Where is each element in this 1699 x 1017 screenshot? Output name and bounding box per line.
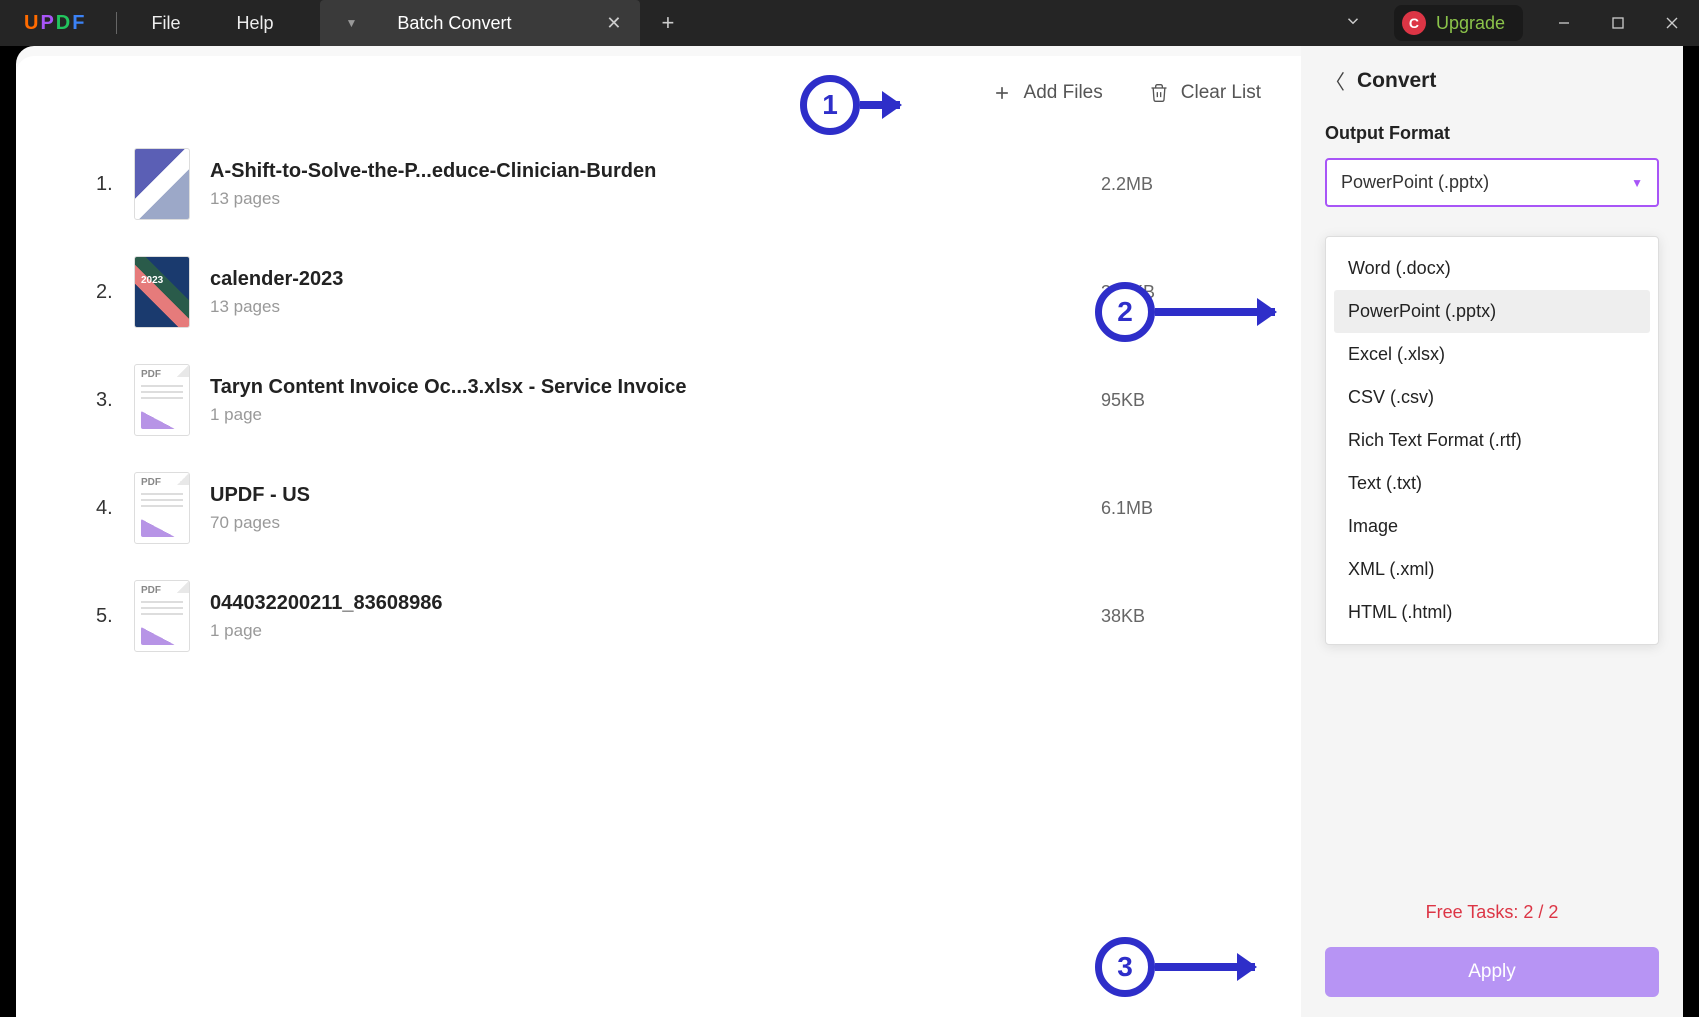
file-info: 044032200211_83608986 1 page (210, 592, 1101, 641)
file-name: A-Shift-to-Solve-the-P...educe-Clinician… (210, 160, 1101, 183)
file-size: 95KB (1101, 390, 1221, 411)
dropdown-option-html[interactable]: HTML (.html) (1334, 591, 1650, 634)
file-area: Add Files Clear List 1. A-Shift-to-Solve… (16, 56, 1301, 1017)
file-thumbnail (134, 472, 190, 544)
free-tasks-counter: Free Tasks: 2 / 2 (1325, 902, 1659, 923)
file-name: Taryn Content Invoice Oc...3.xlsx - Serv… (210, 376, 1101, 399)
selected-format: PowerPoint (.pptx) (1341, 172, 1489, 193)
file-thumbnail (134, 364, 190, 436)
sidebar-back-button[interactable]: 〈 Convert (1325, 66, 1659, 95)
file-pages: 13 pages (210, 189, 1101, 209)
list-item[interactable]: 3. Taryn Content Invoice Oc...3.xlsx - S… (76, 346, 1241, 454)
file-info: calender-2023 13 pages (210, 268, 1101, 317)
sidebar-title: Convert (1357, 69, 1436, 93)
upgrade-button[interactable]: C Upgrade (1394, 5, 1523, 41)
divider (116, 12, 117, 34)
file-pages: 1 page (210, 405, 1101, 425)
file-pages: 1 page (210, 621, 1101, 641)
file-list: 1. A-Shift-to-Solve-the-P...educe-Clinic… (16, 120, 1301, 680)
tab-batch-convert[interactable]: ▼ Batch Convert ✕ (320, 0, 640, 46)
file-size: 6.1MB (1101, 498, 1221, 519)
chevron-down-icon[interactable] (1326, 12, 1380, 35)
file-name: 044032200211_83608986 (210, 592, 1101, 615)
add-files-button[interactable]: Add Files (982, 76, 1113, 110)
help-menu[interactable]: Help (208, 13, 301, 34)
new-tab-button[interactable]: + (640, 10, 697, 36)
file-size: 306KB (1101, 282, 1221, 303)
list-item[interactable]: 5. 044032200211_83608986 1 page 38KB (76, 562, 1241, 670)
dropdown-option-rtf[interactable]: Rich Text Format (.rtf) (1334, 419, 1650, 462)
file-menu[interactable]: File (123, 13, 208, 34)
file-name: calender-2023 (210, 268, 1101, 291)
file-info: A-Shift-to-Solve-the-P...educe-Clinician… (210, 160, 1101, 209)
title-bar: UPDF File Help ▼ Batch Convert ✕ + C Upg… (0, 0, 1699, 46)
dropdown-option-excel[interactable]: Excel (.xlsx) (1334, 333, 1650, 376)
clear-list-button[interactable]: Clear List (1139, 76, 1271, 110)
close-button[interactable] (1645, 0, 1699, 46)
file-info: UPDF - US 70 pages (210, 484, 1101, 533)
dropdown-option-powerpoint[interactable]: PowerPoint (.pptx) (1334, 290, 1650, 333)
convert-sidebar: 〈 Convert Output Format PowerPoint (.ppt… (1301, 46, 1683, 1017)
window-controls (1537, 0, 1699, 46)
row-number: 1. (96, 173, 124, 196)
file-thumbnail (134, 256, 190, 328)
format-dropdown: Word (.docx) PowerPoint (.pptx) Excel (.… (1325, 236, 1659, 645)
row-number: 4. (96, 497, 124, 520)
row-number: 5. (96, 605, 124, 628)
list-item[interactable]: 1. A-Shift-to-Solve-the-P...educe-Clinic… (76, 130, 1241, 238)
dropdown-option-csv[interactable]: CSV (.csv) (1334, 376, 1650, 419)
tab-dropdown-icon[interactable]: ▼ (346, 16, 358, 30)
file-name: UPDF - US (210, 484, 1101, 507)
tab-title: Batch Convert (397, 13, 602, 34)
maximize-button[interactable] (1591, 0, 1645, 46)
file-size: 2.2MB (1101, 174, 1221, 195)
dropdown-option-xml[interactable]: XML (.xml) (1334, 548, 1650, 591)
minimize-button[interactable] (1537, 0, 1591, 46)
upgrade-label: Upgrade (1436, 13, 1505, 34)
output-format-label: Output Format (1325, 123, 1659, 144)
row-number: 2. (96, 281, 124, 304)
list-item[interactable]: 2. calender-2023 13 pages 306KB (76, 238, 1241, 346)
plus-icon (992, 83, 1012, 103)
dropdown-option-word[interactable]: Word (.docx) (1334, 247, 1650, 290)
dropdown-option-image[interactable]: Image (1334, 505, 1650, 548)
trash-icon (1149, 83, 1169, 103)
toolbar: Add Files Clear List (16, 56, 1301, 120)
avatar: C (1402, 11, 1426, 35)
file-pages: 13 pages (210, 297, 1101, 317)
file-thumbnail (134, 148, 190, 220)
list-item[interactable]: 4. UPDF - US 70 pages 6.1MB (76, 454, 1241, 562)
output-format-select[interactable]: PowerPoint (.pptx) ▼ (1325, 158, 1659, 207)
apply-button[interactable]: Apply (1325, 947, 1659, 997)
close-icon[interactable]: ✕ (602, 9, 625, 38)
file-size: 38KB (1101, 606, 1221, 627)
chevron-left-icon: 〈 (1325, 66, 1345, 95)
dropdown-option-text[interactable]: Text (.txt) (1334, 462, 1650, 505)
chevron-down-icon: ▼ (1631, 176, 1643, 190)
row-number: 3. (96, 389, 124, 412)
clear-list-label: Clear List (1181, 82, 1261, 104)
add-files-label: Add Files (1024, 82, 1103, 104)
file-thumbnail (134, 580, 190, 652)
file-info: Taryn Content Invoice Oc...3.xlsx - Serv… (210, 376, 1101, 425)
app-logo: UPDF (0, 12, 110, 35)
file-pages: 70 pages (210, 513, 1101, 533)
main-area: Add Files Clear List 1. A-Shift-to-Solve… (16, 46, 1683, 1017)
